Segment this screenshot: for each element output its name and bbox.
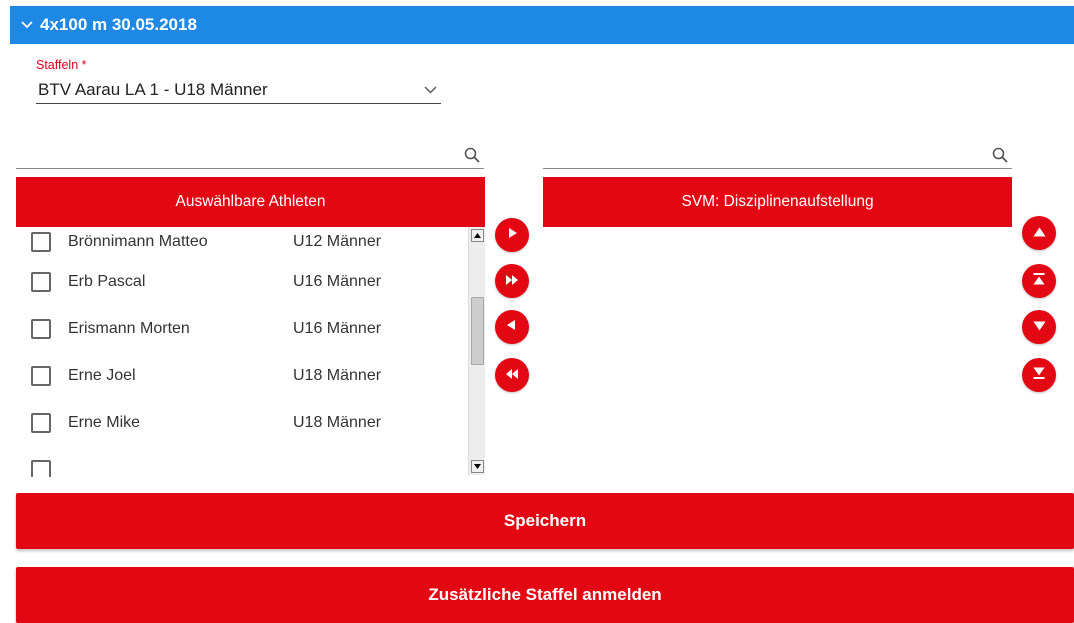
lineup-search[interactable] (543, 143, 1012, 169)
athlete-category: U16 Männer (293, 272, 382, 290)
available-athletes-list: Brönnimann Matteo U12 Männer Erb Pascal … (16, 227, 468, 477)
lineup-header: SVM: Disziplinenaufstellung (543, 177, 1012, 227)
arrow-bottom-icon (1033, 366, 1045, 384)
list-item[interactable]: Erismann Morten U16 Männer (16, 305, 468, 352)
search-icon (464, 147, 480, 168)
staffeln-label: Staffeln * (36, 58, 87, 72)
chevron-down-icon[interactable] (16, 21, 38, 29)
checkbox[interactable] (31, 232, 51, 252)
athlete-name: Erismann Morten (68, 319, 190, 337)
scroll-up-icon[interactable] (471, 229, 484, 242)
search-icon (992, 147, 1008, 168)
athlete-name: Brönnimann Matteo (68, 233, 208, 250)
list-item[interactable]: Brönnimann Matteo U12 Männer (16, 227, 468, 257)
athlete-category: U18 Männer (293, 366, 382, 384)
athlete-category: U18 Männer (293, 413, 382, 431)
athlete-name: Erb Pascal (68, 272, 146, 290)
staffeln-selected-value: BTV Aarau LA 1 - U18 Männer (38, 79, 268, 99)
move-right-button[interactable] (495, 218, 529, 252)
add-relay-button[interactable]: Zusätzliche Staffel anmelden (16, 567, 1074, 623)
available-athletes-header: Auswählbare Athleten (16, 177, 485, 227)
move-up-button[interactable] (1022, 216, 1056, 250)
athlete-name: Erne Mike (68, 413, 141, 431)
arrow-down-icon (1033, 318, 1046, 336)
fast-forward-icon (505, 272, 519, 290)
checkbox[interactable] (31, 271, 51, 292)
relay-panel-header[interactable]: 4x100 m 30.05.2018 (10, 6, 1074, 44)
list-item[interactable]: Erb Pascal U16 Männer (16, 258, 468, 305)
arrow-up-icon (1033, 224, 1046, 242)
list-item[interactable]: Erne Mike U18 Männer (16, 399, 468, 446)
move-top-button[interactable] (1022, 264, 1056, 298)
rewind-icon (505, 366, 519, 384)
move-all-right-button[interactable] (495, 264, 529, 298)
available-athletes-search[interactable] (16, 143, 484, 169)
checkbox[interactable] (31, 365, 51, 386)
list-item[interactable] (16, 446, 468, 477)
athlete-name: Erne Joel (68, 366, 136, 384)
scrollbar-thumb[interactable] (471, 297, 484, 365)
staffeln-field: Staffeln * BTV Aarau LA 1 - U18 Männer (36, 58, 441, 104)
checkbox[interactable] (31, 318, 51, 339)
save-button[interactable]: Speichern (16, 493, 1074, 549)
move-down-button[interactable] (1022, 310, 1056, 344)
panel-title: 4x100 m 30.05.2018 (40, 15, 197, 34)
move-all-left-button[interactable] (495, 358, 529, 392)
list-item[interactable]: Erne Joel U18 Männer (16, 352, 468, 399)
move-bottom-button[interactable] (1022, 358, 1056, 392)
athlete-category: U16 Männer (293, 319, 382, 337)
chevron-down-icon (424, 86, 437, 94)
play-left-icon (506, 318, 518, 336)
move-left-button[interactable] (495, 310, 529, 344)
play-icon (506, 226, 518, 244)
athlete-category: U12 Männer (293, 233, 382, 250)
arrow-top-icon (1033, 272, 1045, 290)
scroll-down-icon[interactable] (471, 460, 484, 473)
staffeln-select[interactable]: BTV Aarau LA 1 - U18 Männer (36, 76, 441, 104)
athletes-scrollbar[interactable] (468, 227, 485, 475)
checkbox[interactable] (31, 412, 51, 433)
checkbox[interactable] (31, 459, 51, 477)
